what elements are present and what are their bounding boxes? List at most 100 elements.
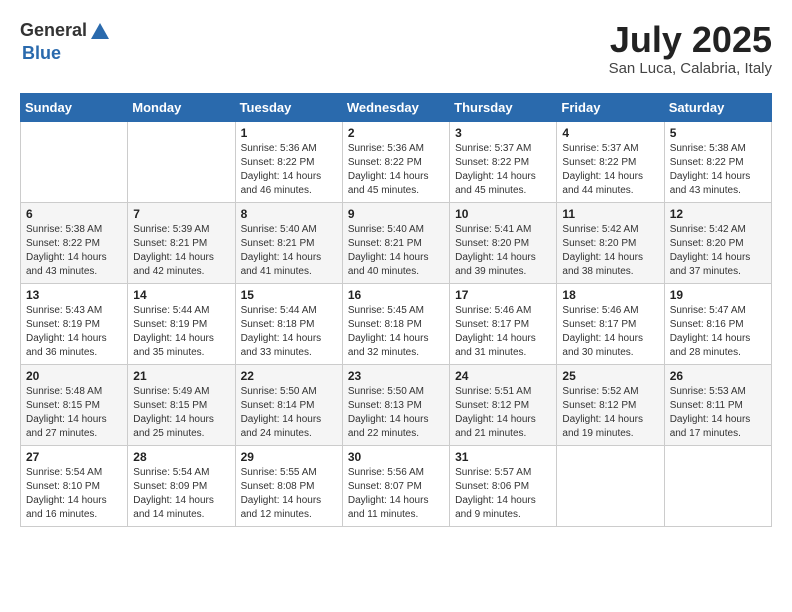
day-number: 16 (348, 288, 444, 302)
calendar-cell: 13 Sunrise: 5:43 AMSunset: 8:19 PMDayligh… (21, 283, 128, 364)
day-info: Sunrise: 5:49 AMSunset: 8:15 PMDaylight:… (133, 385, 229, 441)
day-number: 12 (670, 207, 766, 221)
calendar-cell: 9Sunrise: 5:40 AMSunset: 8:21 PMDaylight… (342, 202, 449, 283)
day-info: Sunrise: 5:50 AMSunset: 8:13 PMDaylight:… (348, 385, 444, 441)
day-number: 25 (562, 369, 658, 383)
calendar-cell: 19 Sunrise: 5:47 AMSunset: 8:16 PMDayligh… (664, 283, 771, 364)
day-number: 15 (241, 288, 337, 302)
day-number: 6 (26, 207, 122, 221)
day-info: Sunrise: 5:55 AMSunset: 8:08 PMDaylight:… (241, 466, 337, 522)
calendar-week-3: 13 Sunrise: 5:43 AMSunset: 8:19 PMDayligh… (21, 283, 772, 364)
weekday-header-monday: Monday (128, 93, 235, 121)
day-info: Sunrise: 5:43 AMSunset: 8:19 PMDaylight:… (26, 304, 122, 360)
logo-text: General Blue (20, 20, 113, 64)
day-info: Sunrise: 5:38 AMSunset: 8:22 PMDaylight:… (26, 223, 122, 279)
calendar-cell: 1Sunrise: 5:36 AMSunset: 8:22 PMDaylight… (235, 121, 342, 202)
day-info: Sunrise: 5:51 AMSunset: 8:12 PMDaylight:… (455, 385, 551, 441)
calendar-cell: 27 Sunrise: 5:54 AMSunset: 8:10 PMDayligh… (21, 445, 128, 526)
calendar-cell (21, 121, 128, 202)
calendar-cell: 5Sunrise: 5:38 AMSunset: 8:22 PMDaylight… (664, 121, 771, 202)
day-number: 8 (241, 207, 337, 221)
day-number: 19 (670, 288, 766, 302)
day-info: Sunrise: 5:54 AMSunset: 8:10 PMDaylight:… (26, 466, 122, 522)
day-number: 10 (455, 207, 551, 221)
day-number: 30 (348, 450, 444, 464)
day-info: Sunrise: 5:50 AMSunset: 8:14 PMDaylight:… (241, 385, 337, 441)
day-info: Sunrise: 5:40 AMSunset: 8:21 PMDaylight:… (241, 223, 337, 279)
weekday-header-tuesday: Tuesday (235, 93, 342, 121)
calendar-cell: 21Sunrise: 5:49 AMSunset: 8:15 PMDayligh… (128, 364, 235, 445)
day-info: Sunrise: 5:37 AMSunset: 8:22 PMDaylight:… (455, 142, 551, 198)
calendar-cell: 10 Sunrise: 5:41 AMSunset: 8:20 PMDayligh… (450, 202, 557, 283)
day-number: 28 (133, 450, 229, 464)
calendar-cell: 24 Sunrise: 5:51 AMSunset: 8:12 PMDayligh… (450, 364, 557, 445)
calendar-cell: 2Sunrise: 5:36 AMSunset: 8:22 PMDaylight… (342, 121, 449, 202)
logo-general: General (20, 20, 87, 40)
calendar-week-4: 20 Sunrise: 5:48 AMSunset: 8:15 PMDayligh… (21, 364, 772, 445)
day-info: Sunrise: 5:36 AMSunset: 8:22 PMDaylight:… (241, 142, 337, 198)
calendar-cell: 31 Sunrise: 5:57 AMSunset: 8:06 PMDayligh… (450, 445, 557, 526)
day-info: Sunrise: 5:57 AMSunset: 8:06 PMDaylight:… (455, 466, 551, 522)
calendar-cell: 8 Sunrise: 5:40 AMSunset: 8:21 PMDaylight… (235, 202, 342, 283)
month-year: July 2025 (609, 20, 772, 60)
weekday-header-saturday: Saturday (664, 93, 771, 121)
calendar-cell: 11 Sunrise: 5:42 AMSunset: 8:20 PMDayligh… (557, 202, 664, 283)
logo: General Blue (20, 20, 113, 64)
weekday-header-friday: Friday (557, 93, 664, 121)
calendar-cell: 20 Sunrise: 5:48 AMSunset: 8:15 PMDayligh… (21, 364, 128, 445)
calendar-cell (128, 121, 235, 202)
calendar-cell: 7 Sunrise: 5:39 AMSunset: 8:21 PMDaylight… (128, 202, 235, 283)
day-number: 4 (562, 126, 658, 140)
day-number: 13 (26, 288, 122, 302)
day-number: 24 (455, 369, 551, 383)
day-number: 22 (241, 369, 337, 383)
calendar-cell: 14Sunrise: 5:44 AMSunset: 8:19 PMDayligh… (128, 283, 235, 364)
logo-icon (89, 21, 111, 43)
calendar-cell: 4 Sunrise: 5:37 AMSunset: 8:22 PMDaylight… (557, 121, 664, 202)
day-info: Sunrise: 5:46 AMSunset: 8:17 PMDaylight:… (455, 304, 551, 360)
day-info: Sunrise: 5:42 AMSunset: 8:20 PMDaylight:… (670, 223, 766, 279)
day-info: Sunrise: 5:56 AMSunset: 8:07 PMDaylight:… (348, 466, 444, 522)
calendar-cell: 25 Sunrise: 5:52 AMSunset: 8:12 PMDayligh… (557, 364, 664, 445)
calendar-cell: 26 Sunrise: 5:53 AMSunset: 8:11 PMDayligh… (664, 364, 771, 445)
day-number: 18 (562, 288, 658, 302)
day-info: Sunrise: 5:53 AMSunset: 8:11 PMDaylight:… (670, 385, 766, 441)
calendar-cell: 17 Sunrise: 5:46 AMSunset: 8:17 PMDayligh… (450, 283, 557, 364)
calendar-cell: 3 Sunrise: 5:37 AMSunset: 8:22 PMDaylight… (450, 121, 557, 202)
day-info: Sunrise: 5:47 AMSunset: 8:16 PMDaylight:… (670, 304, 766, 360)
day-number: 5 (670, 126, 766, 140)
day-number: 3 (455, 126, 551, 140)
day-number: 17 (455, 288, 551, 302)
calendar-cell: 30 Sunrise: 5:56 AMSunset: 8:07 PMDayligh… (342, 445, 449, 526)
day-number: 27 (26, 450, 122, 464)
day-info: Sunrise: 5:48 AMSunset: 8:15 PMDaylight:… (26, 385, 122, 441)
calendar-cell: 28 Sunrise: 5:54 AMSunset: 8:09 PMDayligh… (128, 445, 235, 526)
day-info: Sunrise: 5:46 AMSunset: 8:17 PMDaylight:… (562, 304, 658, 360)
weekday-header-wednesday: Wednesday (342, 93, 449, 121)
calendar-week-1: 1Sunrise: 5:36 AMSunset: 8:22 PMDaylight… (21, 121, 772, 202)
calendar-cell: 16 Sunrise: 5:45 AMSunset: 8:18 PMDayligh… (342, 283, 449, 364)
day-info: Sunrise: 5:37 AMSunset: 8:22 PMDaylight:… (562, 142, 658, 198)
page-header: General Blue July 2025 San Luca, Calabri… (20, 20, 772, 77)
day-number: 14 (133, 288, 229, 302)
calendar-cell: 22 Sunrise: 5:50 AMSunset: 8:14 PMDayligh… (235, 364, 342, 445)
weekday-header-thursday: Thursday (450, 93, 557, 121)
location: San Luca, Calabria, Italy (609, 60, 772, 77)
day-number: 7 (133, 207, 229, 221)
day-info: Sunrise: 5:42 AMSunset: 8:20 PMDaylight:… (562, 223, 658, 279)
calendar-table: SundayMondayTuesdayWednesdayThursdayFrid… (20, 93, 772, 527)
calendar-cell (664, 445, 771, 526)
day-info: Sunrise: 5:52 AMSunset: 8:12 PMDaylight:… (562, 385, 658, 441)
calendar-cell: 23 Sunrise: 5:50 AMSunset: 8:13 PMDayligh… (342, 364, 449, 445)
day-info: Sunrise: 5:39 AMSunset: 8:21 PMDaylight:… (133, 223, 229, 279)
day-info: Sunrise: 5:45 AMSunset: 8:18 PMDaylight:… (348, 304, 444, 360)
day-number: 26 (670, 369, 766, 383)
day-number: 11 (562, 207, 658, 221)
day-number: 23 (348, 369, 444, 383)
day-info: Sunrise: 5:54 AMSunset: 8:09 PMDaylight:… (133, 466, 229, 522)
day-number: 31 (455, 450, 551, 464)
day-number: 20 (26, 369, 122, 383)
day-info: Sunrise: 5:40 AMSunset: 8:21 PMDaylight:… (348, 223, 444, 279)
weekday-header-sunday: Sunday (21, 93, 128, 121)
day-info: Sunrise: 5:41 AMSunset: 8:20 PMDaylight:… (455, 223, 551, 279)
